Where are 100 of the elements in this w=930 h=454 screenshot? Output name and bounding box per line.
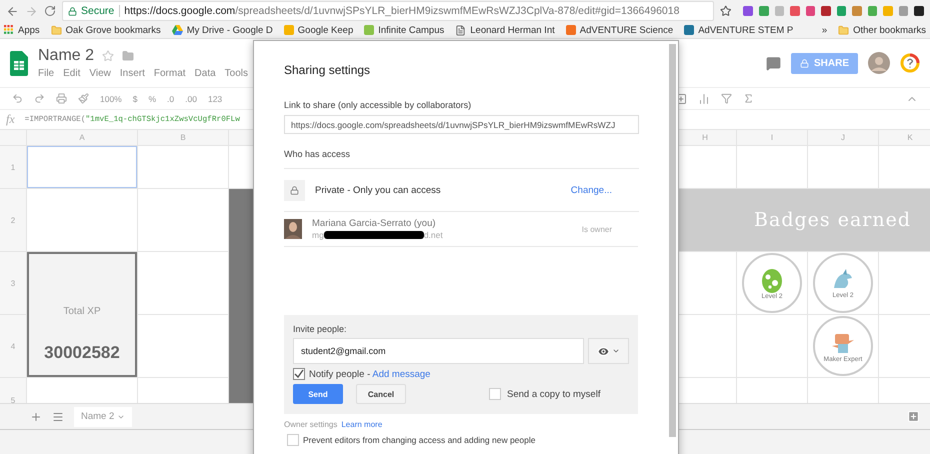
email-start: mg [312,230,324,240]
column-header[interactable]: B [138,130,228,145]
print-icon[interactable] [56,93,67,104]
grid-cell[interactable] [138,315,228,377]
chart-icon[interactable] [698,92,710,104]
eye-icon [597,344,610,358]
toolbar-item[interactable]: $ [132,94,138,104]
menu-item[interactable]: View [89,68,111,79]
cancel-button[interactable]: Cancel [356,384,406,404]
grid-cell[interactable] [138,252,228,314]
page-icon [455,24,466,36]
row-header[interactable]: 3 [0,252,26,314]
menu-item[interactable]: Edit [63,68,80,79]
bookmark-item[interactable]: Infinite Campus [364,24,444,36]
select-all-corner[interactable] [0,130,26,145]
row-header[interactable]: 4 [0,315,26,377]
column-header[interactable]: J [808,130,878,145]
selected-cell[interactable] [27,146,137,188]
total-xp-value: 30002582 [44,343,120,363]
back-icon[interactable] [6,4,19,18]
toolbar-item[interactable]: % [148,94,156,104]
checkmark-icon [294,369,304,379]
all-sheets-icon[interactable] [52,410,64,422]
invite-label: Invite people: [293,324,348,334]
bookmark-item[interactable]: AdVENTURE Science [566,24,674,36]
reload-icon[interactable] [44,5,56,17]
learn-more-link[interactable]: Learn more [341,420,382,429]
paint-format-icon[interactable] [78,93,89,104]
grid-cell[interactable] [138,189,228,251]
permission-dropdown[interactable] [588,338,629,364]
filter-icon[interactable] [721,93,732,104]
bookmark-item[interactable]: Leonard Herman Int [455,24,555,36]
send-button[interactable]: Send [293,384,343,404]
prevent-checkbox[interactable] [287,434,299,446]
menu-item[interactable]: Data [194,68,216,79]
sheet-tab[interactable]: Name 2 [74,406,132,426]
caret-icon [612,347,620,355]
bookmark-item[interactable]: Google Keep [284,24,354,36]
share-button[interactable]: SHARE [790,52,858,74]
grid-cell[interactable] [737,315,807,377]
help-icon[interactable] [900,53,920,73]
grid-cell[interactable] [27,189,137,251]
menu-item[interactable]: File [38,68,54,79]
undo-icon[interactable] [12,93,23,104]
scrollbar[interactable] [669,44,676,437]
copy-checkbox[interactable] [489,388,501,400]
column-header[interactable]: A [27,130,137,145]
bookmarks-overflow[interactable]: » [822,24,828,36]
fx-label: fx [6,112,15,127]
bookmark-item[interactable]: My Drive - Google D [172,24,273,36]
menu-item[interactable]: Format [154,68,186,79]
invite-input[interactable]: student2@gmail.com [293,338,584,364]
change-link[interactable]: Change... [570,184,612,196]
add-message-link[interactable]: Add message [372,368,430,380]
bookmark-item[interactable]: Oak Grove bookmarks [50,24,161,36]
bookmark-icon [364,25,374,35]
row-header[interactable]: 5 [0,378,26,403]
folder-icon[interactable] [122,50,134,62]
explore-icon[interactable] [907,410,920,423]
bookmark-item[interactable]: Other bookmarks [838,24,926,36]
dialog-title: Sharing settings [284,63,372,77]
add-sheet-icon[interactable] [30,410,42,422]
extension-icon[interactable] [914,6,924,16]
column-header[interactable]: K [879,130,930,145]
folder-icon [838,24,850,36]
avatar[interactable] [868,52,890,74]
grid-cell[interactable] [138,146,228,188]
grid-cell[interactable] [808,146,878,188]
toolbar-item[interactable]: .0 [167,94,174,104]
role-label: Is owner [582,224,612,234]
sheets-logo-icon[interactable] [10,50,28,76]
bookmark-item[interactable]: AdVENTURE STEM P [684,24,794,36]
link-field[interactable]: https://docs.google.com/spreadsheets/d/1uvnwjSPsYLR_bierHM9izswmfMEwRsWZJ [284,115,639,134]
grid-cell[interactable] [879,315,930,377]
toolbar-item[interactable]: 100% [100,94,122,104]
prevent-label: Prevent editors from changing access and adding new people [303,435,536,445]
total-xp-label: Total XP [63,306,101,317]
grid-cell[interactable] [737,146,807,188]
row-header[interactable]: 2 [0,189,26,251]
address-bar[interactable]: Secure https://docs.google.com/spreadsheets/d/1uvnwjSPsYLR_bierHM9izswmfMEwRsWZJ3CplVa-878/edit#gid=1366496018 [62,1,714,21]
bookmark-star-icon[interactable] [720,5,732,17]
email-end: d.net [424,230,443,240]
visibility-text: Private - Only you can access [315,184,442,196]
sum-icon[interactable] [743,93,754,104]
link-label: Link to share (only accessible by collaborators) [284,100,472,110]
row-header[interactable]: 1 [0,146,26,188]
comments-icon[interactable] [766,56,781,70]
document-title[interactable]: Name 2 [38,47,94,65]
notify-checkbox[interactable] [293,368,305,380]
star-icon[interactable] [102,50,114,62]
grid-cell[interactable] [879,252,930,314]
menu-item[interactable]: Insert [120,68,145,79]
grid-cell[interactable] [879,146,930,188]
bookmark-item[interactable]: Apps [4,24,40,36]
column-header[interactable]: I [737,130,807,145]
toolbar-item[interactable]: .00 [185,94,197,104]
redo-icon[interactable] [34,93,45,104]
toolbar-item[interactable]: 123 [208,94,222,104]
menu-item[interactable]: Tools [224,68,248,79]
forward-icon[interactable] [25,4,38,18]
